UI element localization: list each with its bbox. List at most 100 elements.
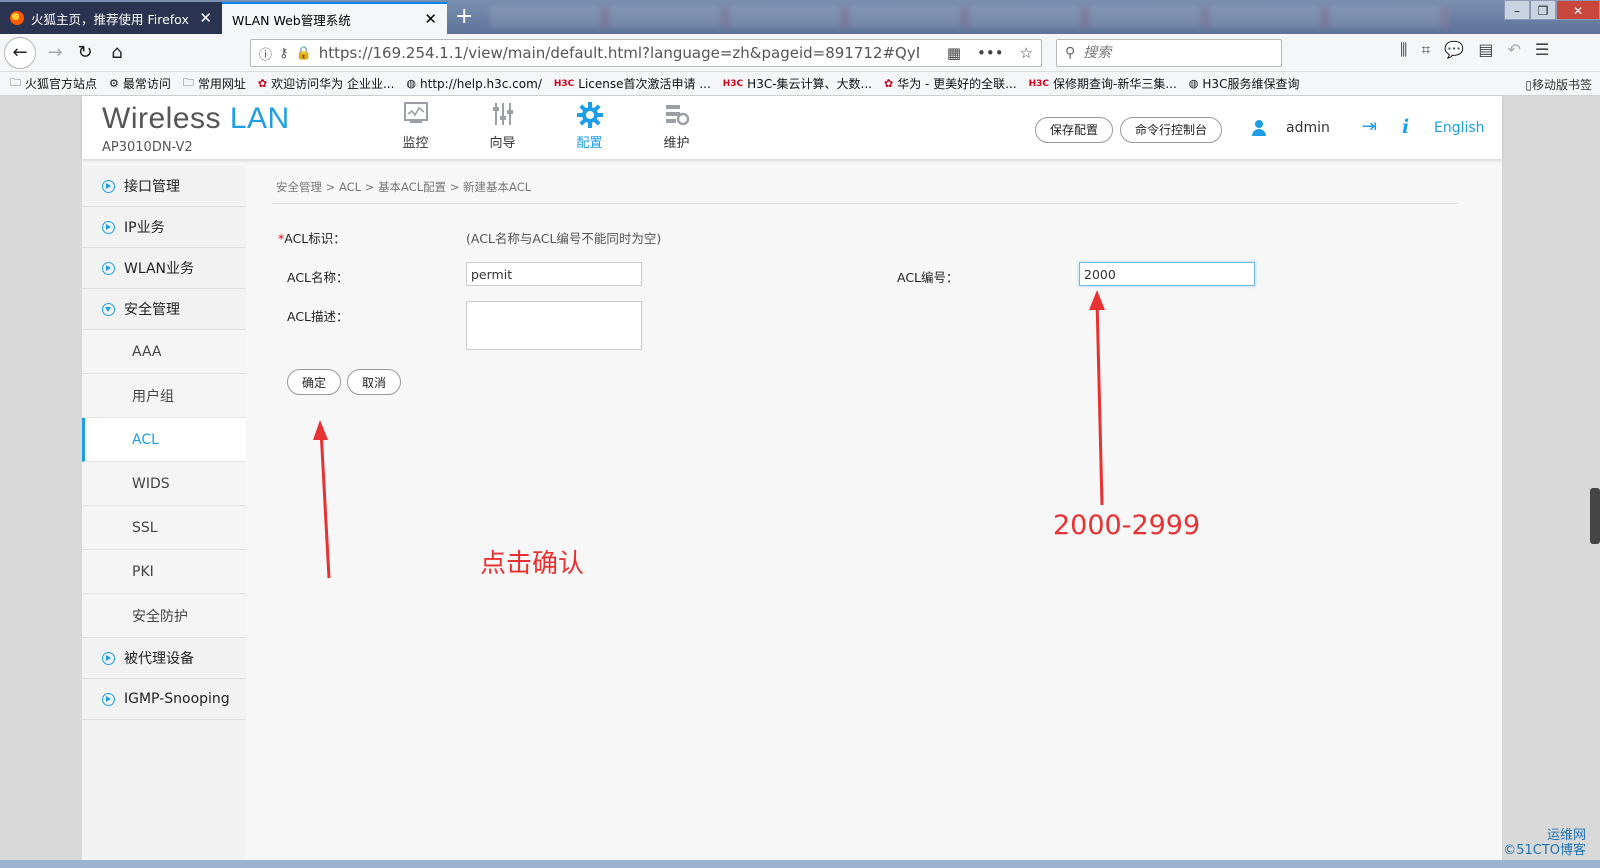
- tab-title: 火狐主页，推荐使用 Firefox 火: [31, 11, 194, 27]
- huawei-icon: ✿: [257, 77, 268, 90]
- browser-tab-active[interactable]: WLAN Web管理系统 ✕: [222, 2, 447, 34]
- sidebar-subitem-security-protection[interactable]: 安全防护: [82, 594, 246, 638]
- close-tab-icon[interactable]: ✕: [424, 10, 437, 28]
- gear-icon: [546, 102, 633, 132]
- acl-id-hint: (ACL名称与ACL编号不能同时为空): [466, 231, 662, 246]
- close-tab-icon[interactable]: ✕: [199, 9, 212, 27]
- acl-description-input[interactable]: [466, 301, 642, 350]
- sliders-icon: [459, 102, 546, 132]
- menu-icon[interactable]: ☰: [1535, 40, 1549, 60]
- chat-icon[interactable]: 💬: [1444, 40, 1464, 60]
- acl-id-label-text: ACL标识：: [284, 231, 346, 246]
- url-bar[interactable]: ⓘ ⚷ 🔒 https://169.254.1.1/view/main/defa…: [250, 39, 1042, 67]
- other-tabs-blurred: [490, 6, 1450, 28]
- sidebar-subitem-usergroup[interactable]: 用户组: [82, 374, 246, 418]
- url-text[interactable]: https://169.254.1.1/view/main/default.ht…: [319, 44, 919, 62]
- library-icon[interactable]: ⫼: [1400, 40, 1407, 60]
- sidebar-subitem-acl[interactable]: ACL: [82, 418, 246, 462]
- acl-number-input[interactable]: [1079, 262, 1255, 286]
- home-icon[interactable]: ⌂: [104, 40, 130, 66]
- sidebar-subitem-aaa[interactable]: AAA: [82, 330, 246, 374]
- sidebar-subitem-wids[interactable]: WIDS: [82, 462, 246, 506]
- bookmark-star-icon[interactable]: ☆: [1020, 44, 1033, 62]
- browser-tab-bar: 火狐主页，推荐使用 Firefox 火 ✕ WLAN Web管理系统 ✕ + –…: [0, 0, 1600, 34]
- sidebar-item-interface[interactable]: 接口管理: [82, 166, 246, 207]
- cli-console-button[interactable]: 命令行控制台: [1120, 117, 1223, 143]
- lock-warning-icon[interactable]: 🔒: [296, 46, 312, 61]
- module-label: 监控: [402, 136, 429, 151]
- bookmark-label: http://help.h3c.com/: [420, 76, 542, 91]
- sidebar-item-label: IP业务: [124, 220, 165, 236]
- mobile-bookmarks-label: 移动版书签: [1531, 78, 1592, 92]
- mobile-bookmarks[interactable]: ▯移动版书签: [1525, 76, 1592, 93]
- bookmark-item[interactable]: ✿ 华为 - 更美好的全联...: [884, 75, 1017, 92]
- sidebar-item-wlan[interactable]: WLAN业务: [82, 248, 246, 289]
- bookmark-item[interactable]: ✿ 欢迎访问华为 企业业...: [258, 75, 394, 92]
- app-header: Wireless LAN AP3010DN-V2 监控 向导 配置 维护 保存配…: [82, 96, 1502, 159]
- search-input[interactable]: [1083, 45, 1264, 61]
- bookmark-label: 常用网址: [197, 77, 246, 91]
- browser-tab[interactable]: 火狐主页，推荐使用 Firefox 火 ✕: [0, 2, 222, 34]
- scrollbar-handle[interactable]: [1590, 488, 1600, 544]
- sidebar: 接口管理 IP业务 WLAN业务 安全管理 AAA 用户组 ACL WIDS S…: [82, 166, 246, 868]
- huawei-icon: ✿: [883, 77, 894, 90]
- module-config[interactable]: 配置: [546, 102, 633, 151]
- module-wizard[interactable]: 向导: [459, 102, 546, 151]
- window-controls: – ❐ ✕: [1504, 0, 1600, 22]
- window-close-icon[interactable]: ✕: [1556, 0, 1600, 20]
- globe-icon: ◍: [1188, 77, 1199, 90]
- logout-icon[interactable]: ⇥: [1362, 116, 1377, 137]
- qr-code-icon[interactable]: ▦: [947, 44, 961, 62]
- back-icon[interactable]: ←: [4, 37, 36, 69]
- minimize-icon[interactable]: –: [1504, 0, 1530, 20]
- module-label: 维护: [663, 136, 690, 151]
- module-monitor[interactable]: 监控: [372, 102, 459, 151]
- sidebar-item-igmp-snooping[interactable]: IGMP-Snooping: [82, 679, 246, 720]
- bookmark-item[interactable]: H3C 保修期查询-新华三集...: [1029, 75, 1177, 92]
- sidebar-item-proxied-devices[interactable]: 被代理设备: [82, 638, 246, 679]
- screenshot-icon[interactable]: ⌗: [1421, 40, 1430, 60]
- acl-id-label: *ACL标识：: [278, 228, 346, 247]
- sidebar-item-label: 接口管理: [124, 179, 180, 195]
- sidebar-item-label: WLAN业务: [124, 261, 195, 277]
- confirm-button[interactable]: 确定: [287, 369, 342, 395]
- bookmark-item[interactable]: ◍ H3C服务维保查询: [1189, 75, 1300, 92]
- maintenance-icon: [633, 102, 720, 132]
- bookmark-item[interactable]: 🗀 火狐官方站点: [10, 74, 97, 93]
- sidebar-subitem-pki[interactable]: PKI: [82, 550, 246, 594]
- save-config-button[interactable]: 保存配置: [1035, 117, 1114, 143]
- sidebar-subitem-ssl[interactable]: SSL: [82, 506, 246, 550]
- info-icon[interactable]: ⓘ: [259, 44, 272, 63]
- info-icon[interactable]: i: [1402, 116, 1409, 138]
- breadcrumb: 安全管理 > ACL > 基本ACL配置 > 新建基本ACL: [272, 166, 1458, 204]
- reload-icon[interactable]: ↻: [72, 40, 98, 66]
- expand-icon: [102, 220, 115, 234]
- restore-icon[interactable]: ❐: [1530, 0, 1556, 20]
- main-content: 安全管理 > ACL > 基本ACL配置 > 新建基本ACL: [272, 166, 1458, 204]
- page-actions-icon[interactable]: •••: [977, 44, 1004, 62]
- acl-name-input[interactable]: [466, 262, 642, 286]
- expand-icon: [102, 692, 115, 706]
- sidebar-item-ip[interactable]: IP业务: [82, 207, 246, 248]
- cancel-button[interactable]: 取消: [347, 369, 402, 395]
- sidebar-item-security[interactable]: 安全管理: [82, 289, 246, 330]
- bookmark-item[interactable]: ⚙ 最常访问: [109, 75, 171, 92]
- expand-icon: [102, 651, 115, 665]
- expand-icon: [102, 261, 115, 275]
- forward-icon[interactable]: →: [42, 40, 68, 66]
- collapse-icon: [102, 302, 115, 316]
- bookmark-item[interactable]: ◍ http://help.h3c.com/: [406, 77, 541, 91]
- watermark-line: 运维网: [1546, 828, 1586, 843]
- bookmark-item[interactable]: 🗀 常用网址: [183, 74, 246, 93]
- module-maintenance[interactable]: 维护: [633, 102, 720, 151]
- h3c-icon: H3C: [722, 78, 744, 89]
- firefox-icon: [10, 11, 24, 25]
- search-box[interactable]: ⚲: [1056, 39, 1282, 67]
- sidebar-toggle-icon[interactable]: ▤: [1478, 40, 1493, 60]
- bookmark-item[interactable]: H3C H3C-集云计算、大数...: [723, 75, 872, 92]
- language-switch[interactable]: English: [1434, 120, 1485, 136]
- bookmark-item[interactable]: H3C License首次激活申请 ...: [554, 75, 711, 92]
- acl-description-label: ACL描述：: [287, 309, 349, 324]
- new-tab-icon[interactable]: +: [455, 4, 473, 30]
- undo-icon[interactable]: ↶: [1507, 40, 1520, 60]
